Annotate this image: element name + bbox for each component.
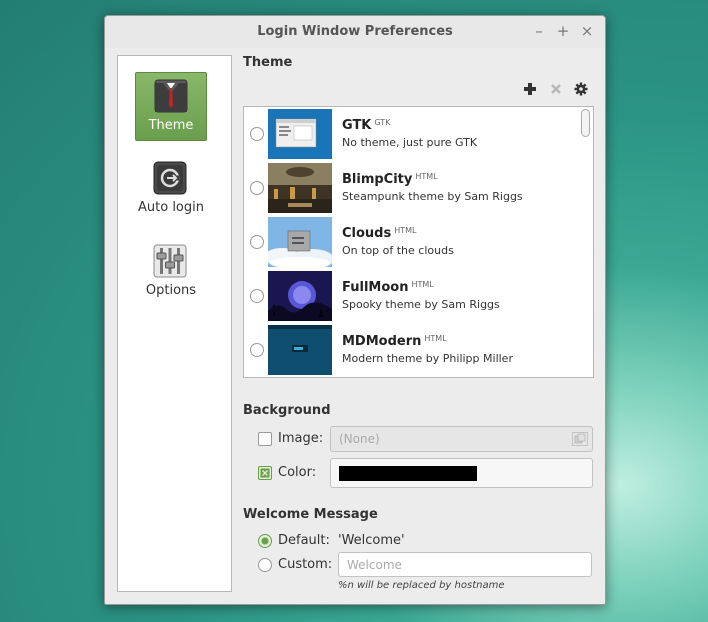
theme-item-mdmodern[interactable]: MDModern HTML Modern theme by Philipp Mil…	[244, 323, 578, 377]
theme-item-gtk[interactable]: GTK GTK No theme, just pure GTK	[244, 107, 578, 161]
custom-label: Custom:	[278, 557, 333, 572]
gear-icon	[574, 82, 588, 96]
suit-icon	[154, 79, 188, 113]
theme-type: GTK	[374, 118, 391, 127]
theme-name: Clouds HTML	[342, 226, 417, 241]
background-section-title: Background	[243, 403, 331, 418]
maximize-button[interactable]: +	[553, 21, 573, 41]
theme-radio[interactable]	[250, 127, 264, 141]
theme-description: On top of the clouds	[342, 244, 454, 257]
theme-description: Spooky theme by Sam Riggs	[342, 298, 500, 311]
welcome-section-title: Welcome Message	[243, 507, 378, 522]
theme-thumbnail	[268, 217, 332, 267]
theme-item-clouds[interactable]: Clouds HTML On top of the clouds	[244, 215, 578, 269]
image-file-value: (None)	[339, 432, 380, 446]
color-swatch	[339, 466, 477, 481]
custom-radio[interactable]	[258, 558, 272, 572]
theme-radio[interactable]	[250, 235, 264, 249]
theme-type: HTML	[424, 334, 447, 343]
preferences-window: Login Window Preferences – + × Theme Aut…	[104, 15, 606, 605]
remove-theme-button[interactable]	[548, 82, 564, 98]
scrollbar-thumb[interactable]	[581, 109, 590, 137]
color-label: Color:	[278, 465, 317, 480]
theme-settings-button[interactable]	[573, 82, 589, 98]
theme-thumbnail	[268, 271, 332, 321]
theme-type: HTML	[411, 280, 434, 289]
theme-list-scrollbar[interactable]	[581, 109, 590, 375]
auto-login-icon	[153, 161, 187, 195]
minimize-button[interactable]: –	[529, 21, 549, 41]
sidebar-item-auto-login[interactable]: Auto login	[135, 155, 207, 224]
theme-type: HTML	[394, 226, 417, 235]
theme-item-blimpcity[interactable]: BlimpCity HTML Steampunk theme by Sam Rig…	[244, 161, 578, 215]
custom-welcome-input[interactable]: Welcome	[338, 552, 592, 577]
image-label: Image:	[278, 431, 324, 446]
theme-radio[interactable]	[250, 289, 264, 303]
custom-welcome-placeholder: Welcome	[347, 558, 402, 572]
theme-description: Modern theme by Philipp Miller	[342, 352, 513, 365]
hostname-hint: %n will be replaced by hostname	[338, 580, 505, 591]
theme-radio[interactable]	[250, 181, 264, 195]
default-radio[interactable]	[258, 534, 272, 548]
default-value: 'Welcome'	[338, 533, 405, 548]
image-checkbox[interactable]	[258, 432, 272, 446]
theme-thumbnail	[268, 325, 332, 375]
sliders-icon	[153, 244, 187, 278]
theme-thumbnail	[268, 109, 332, 159]
theme-description: Steampunk theme by Sam Riggs	[342, 190, 523, 203]
theme-thumbnail	[268, 163, 332, 213]
theme-name: GTK GTK	[342, 118, 391, 133]
theme-type: HTML	[415, 172, 438, 181]
theme-item-fullmoon[interactable]: FullMoon HTML Spooky theme by Sam Riggs	[244, 269, 578, 323]
sidebar-item-theme[interactable]: Theme	[135, 72, 207, 141]
sidebar: Theme Auto login Options	[117, 55, 232, 592]
check-icon	[260, 468, 270, 478]
sidebar-item-label: Theme	[148, 118, 194, 133]
theme-list[interactable]: GTK GTK No theme, just pure GTK BlimpCity…	[243, 106, 594, 378]
sidebar-item-options[interactable]: Options	[135, 238, 207, 307]
sidebar-item-label: Options	[145, 283, 197, 298]
sidebar-item-label: Auto login	[138, 200, 204, 215]
close-button[interactable]: ×	[577, 21, 597, 41]
title-bar[interactable]: Login Window Preferences – + ×	[105, 16, 605, 48]
color-picker-button[interactable]	[330, 458, 593, 488]
theme-description: No theme, just pure GTK	[342, 136, 478, 149]
theme-name: FullMoon HTML	[342, 280, 434, 295]
default-label: Default:	[278, 533, 330, 548]
theme-name: BlimpCity HTML	[342, 172, 438, 187]
theme-section-title: Theme	[243, 55, 293, 70]
theme-name: MDModern HTML	[342, 334, 447, 349]
color-checkbox[interactable]	[258, 466, 272, 480]
add-theme-button[interactable]	[522, 82, 538, 98]
theme-radio[interactable]	[250, 343, 264, 357]
file-browse-icon	[572, 432, 588, 446]
image-file-field[interactable]: (None)	[330, 426, 593, 452]
remove-icon	[551, 84, 561, 94]
add-icon	[524, 83, 536, 95]
